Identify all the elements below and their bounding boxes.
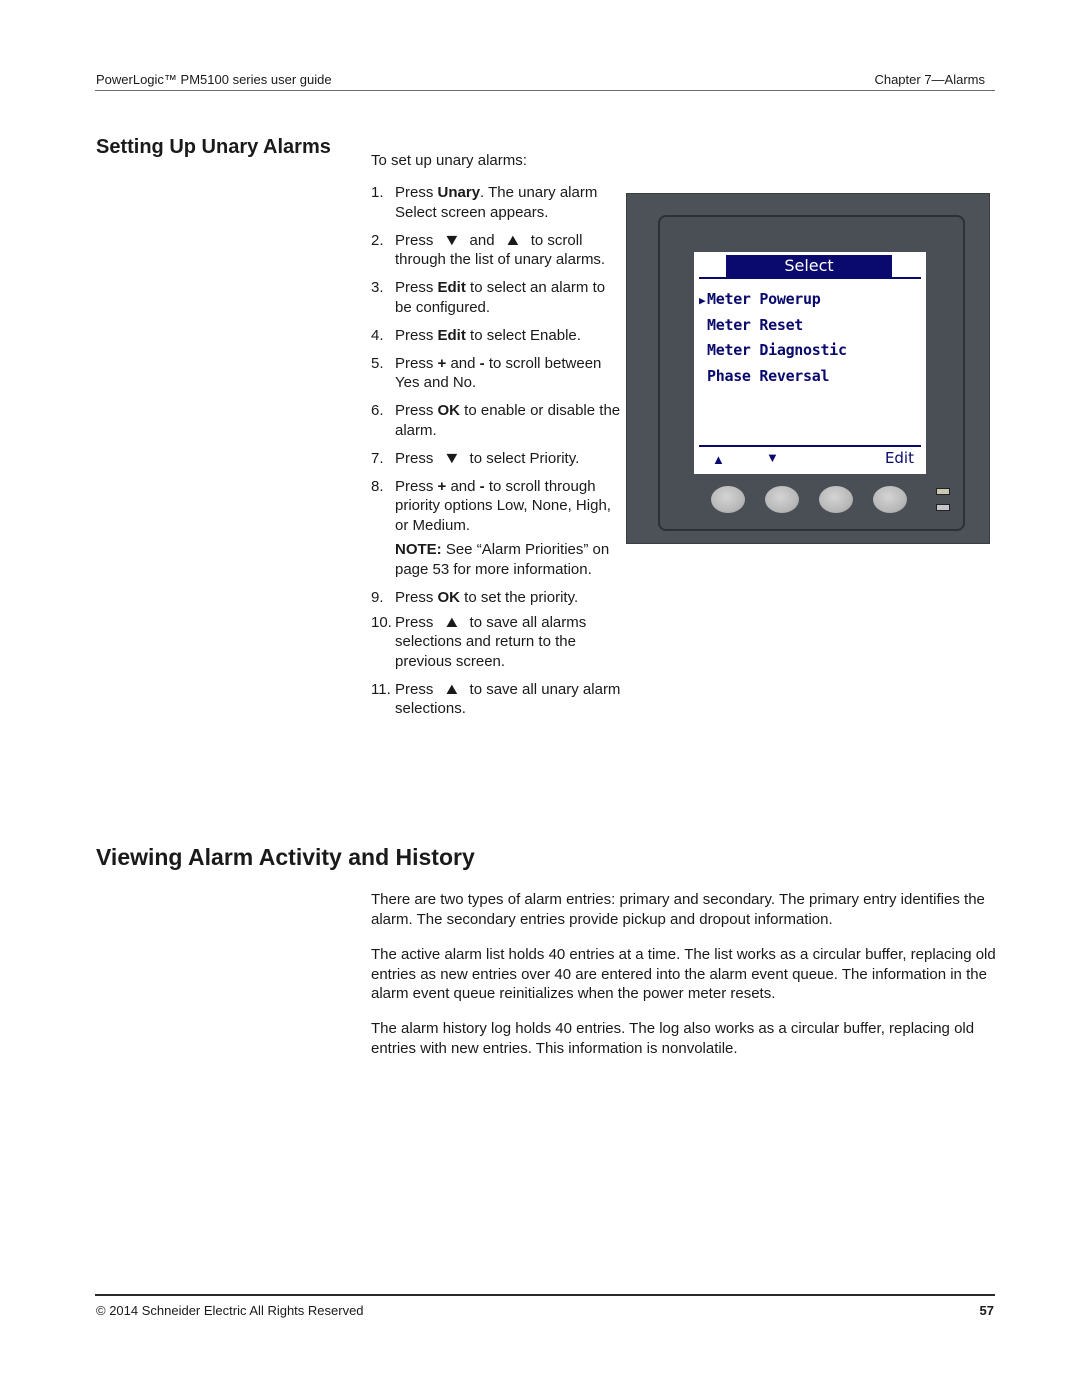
step-number: 5.	[371, 354, 384, 372]
step-8: 8. Press + and - to scroll through prior…	[371, 477, 621, 580]
alarm-list-item[interactable]: Phase Reversal	[699, 367, 847, 393]
step-number: 8.	[371, 477, 384, 495]
step-text: Press	[395, 449, 438, 467]
screen-divider-bottom	[699, 445, 921, 447]
step-9: 9. Press OK to set the priority.	[371, 588, 621, 608]
running-header-chapter: Chapter 7—Alarms	[874, 72, 985, 87]
step-text: Press	[395, 279, 438, 296]
step-text: Press	[395, 184, 438, 201]
alarm-list-item[interactable]: Meter Reset	[699, 316, 847, 342]
step-number: 10.	[371, 613, 392, 631]
step-text: and	[465, 231, 499, 249]
step-text: Press	[395, 588, 438, 606]
step-text: Press	[395, 613, 438, 631]
footer-divider	[95, 1294, 995, 1296]
hardware-button-2[interactable]	[765, 486, 799, 513]
note-label: NOTE:	[395, 541, 442, 558]
alarm-list-item[interactable]: ▶ Meter Powerup	[699, 290, 847, 316]
down-arrow-icon: ▼	[442, 449, 461, 467]
page-number: 57	[979, 1303, 994, 1318]
step-text: Press	[395, 680, 438, 698]
key-label-edit: Edit	[437, 326, 466, 344]
up-arrow-icon: ▲	[503, 231, 522, 249]
screen-title: Select	[726, 255, 892, 277]
key-label-plus: +	[437, 477, 447, 495]
step-text: and	[446, 477, 480, 495]
key-label-ok: OK	[437, 402, 461, 419]
section-heading-alarm-activity: Viewing Alarm Activity and History	[96, 844, 475, 870]
step-text: Press	[395, 354, 438, 372]
step-text: Press	[395, 477, 438, 495]
section-heading-unary-alarms: Setting Up Unary Alarms	[96, 136, 331, 158]
alarm-item-label: Meter Reset	[707, 315, 804, 334]
copyright-notice: © 2014 Schneider Electric All Rights Res…	[96, 1303, 364, 1318]
procedure-intro: To set up unary alarms:	[371, 152, 527, 169]
screen-divider-top	[699, 277, 921, 279]
step-number: 3.	[371, 279, 384, 296]
down-arrow-icon: ▼	[442, 231, 461, 249]
key-label-plus: +	[437, 354, 447, 372]
alarm-item-label: Meter Diagnostic	[707, 341, 847, 359]
step-number: 7.	[371, 449, 384, 467]
running-header-title: PowerLogic™ PM5100 series user guide	[96, 72, 332, 87]
meter-display-illustration: Select ▶ Meter Powerup Meter Reset Meter …	[626, 193, 990, 544]
alarm-list-item[interactable]: Meter Diagnostic	[699, 341, 847, 367]
step-number: 1.	[371, 184, 384, 201]
step-7: 7. Press ▼ to select Priority.	[371, 449, 621, 469]
step-10: 10. Press ▲ to save all alarms selection…	[371, 613, 621, 672]
step-6: 6. Press OK to enable or disable the ala…	[371, 401, 621, 440]
paragraph: The alarm history log holds 40 entries. …	[371, 1020, 975, 1057]
step-4: 4. Press Edit to select Enable.	[371, 326, 621, 346]
step-number: 11.	[371, 680, 391, 698]
unary-alarm-list: ▶ Meter Powerup Meter Reset Meter Diagnos…	[699, 290, 847, 392]
paragraph: The active alarm list holds 40 entries a…	[371, 946, 996, 1002]
step-text: to set the priority.	[460, 588, 579, 606]
step-text: Press	[395, 402, 438, 419]
alarm-led-icon	[936, 504, 950, 511]
step-number: 4.	[371, 326, 384, 344]
step-1: 1. Press Unary. The unary alarm Select s…	[371, 183, 621, 222]
hardware-button-3[interactable]	[819, 486, 853, 513]
step-5: 5. Press + and - to scroll between Yes a…	[371, 354, 621, 393]
step-number: 2.	[371, 231, 384, 249]
paragraph: There are two types of alarm entries: pr…	[371, 891, 985, 928]
softkey-edit-label: Edit	[884, 449, 914, 467]
step-text: Press	[395, 326, 438, 344]
step-text: Press	[395, 231, 438, 249]
key-label-ok: OK	[437, 588, 461, 606]
step-number: 9.	[371, 588, 384, 606]
softkey-down-icon: ▼	[766, 450, 779, 465]
alarm-item-label: Phase Reversal	[707, 366, 830, 385]
lcd-screen: Select ▶ Meter Powerup Meter Reset Meter …	[694, 252, 926, 474]
procedure-steps: 1. Press Unary. The unary alarm Select s…	[371, 183, 621, 727]
status-led-icon	[936, 488, 950, 495]
key-label-unary: Unary	[437, 184, 481, 201]
hardware-button-4[interactable]	[873, 486, 907, 513]
step-number: 6.	[371, 402, 384, 419]
softkey-up-icon: ▲	[712, 452, 725, 467]
note: NOTE: See “Alarm Priorities” on page 53 …	[395, 540, 621, 579]
up-arrow-icon: ▲	[442, 613, 461, 631]
step-text: to select Priority.	[465, 449, 580, 467]
header-divider	[95, 90, 995, 91]
step-text: to select Enable.	[465, 326, 581, 344]
step-3: 3. Press Edit to select an alarm to be c…	[371, 278, 621, 317]
step-11: 11. Press ▲ to save all unary alarm sele…	[371, 680, 621, 719]
up-arrow-icon: ▲	[442, 680, 461, 698]
alarm-item-label: Meter Powerup	[707, 290, 821, 308]
selection-cursor-icon: ▶	[699, 294, 706, 307]
step-2: 2. Press ▼ and ▲ to scroll through the l…	[371, 231, 621, 270]
hardware-button-1[interactable]	[711, 486, 745, 513]
step-text: and	[446, 354, 480, 372]
key-label-edit: Edit	[437, 279, 466, 296]
